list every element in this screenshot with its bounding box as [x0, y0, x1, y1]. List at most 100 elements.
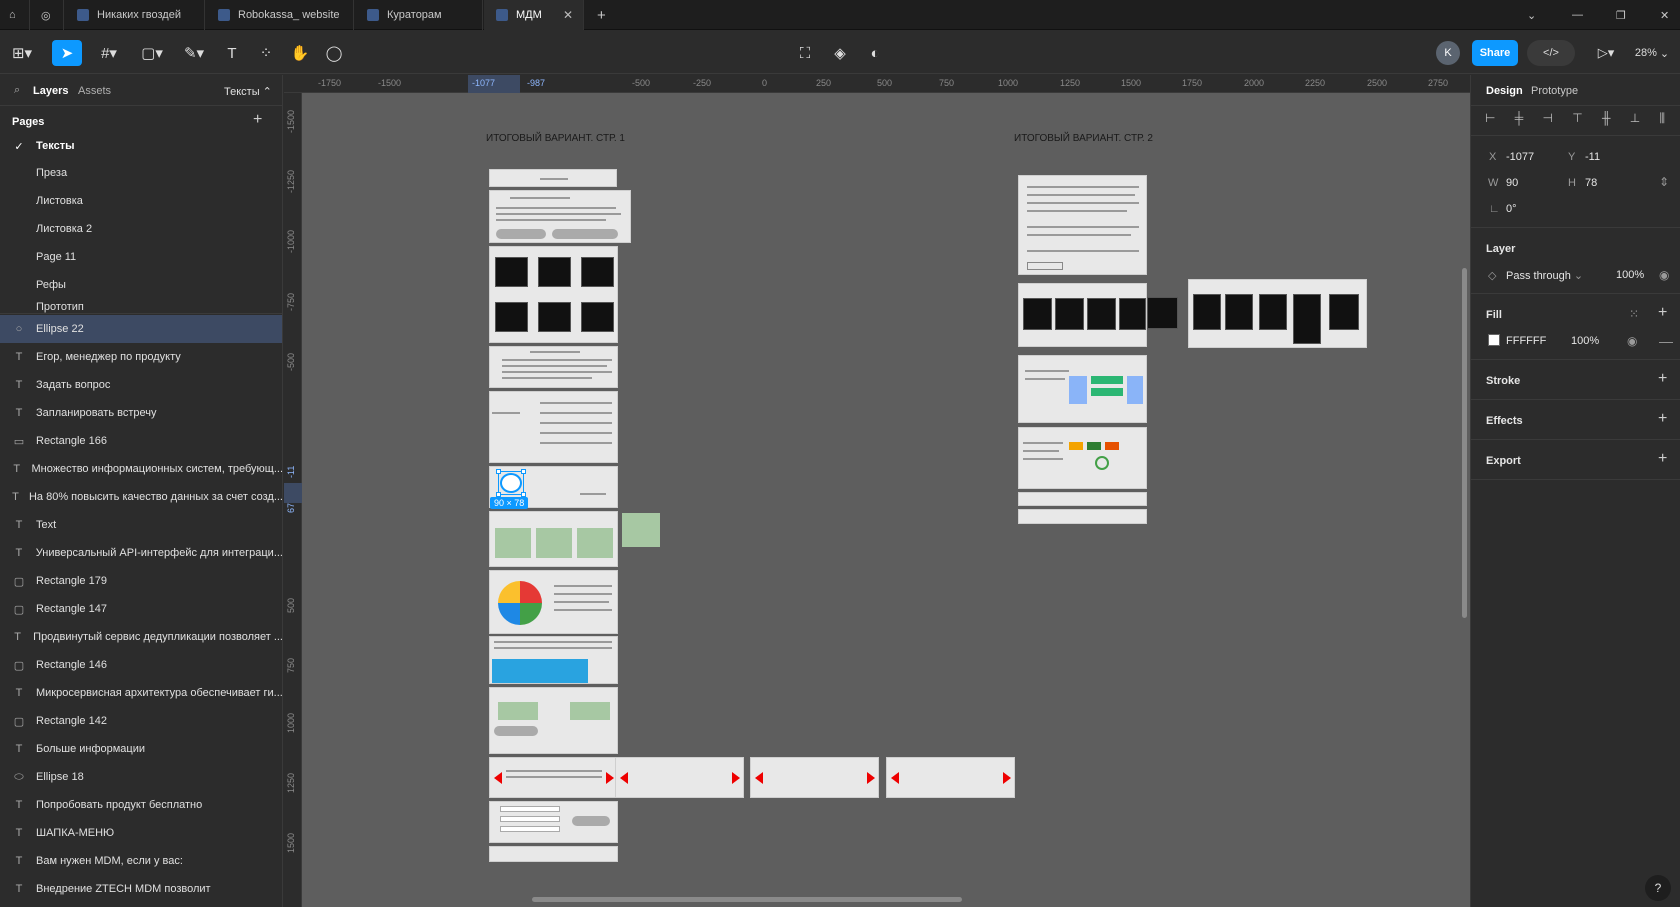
layer-row[interactable]: T Универсальный API-интерфейс для интегра…	[0, 539, 282, 567]
frame-architecture[interactable]	[489, 636, 618, 684]
window-close-icon[interactable]: ✕	[1648, 0, 1672, 30]
eye-icon[interactable]: ◉	[1659, 268, 1669, 282]
layer-row[interactable]: T Задать вопрос	[0, 371, 282, 399]
layer-row[interactable]: ▢ Rectangle 146	[0, 651, 282, 679]
move-tool-icon[interactable]: ➤	[52, 40, 82, 66]
x-position-input[interactable]: -1077	[1506, 151, 1534, 163]
page-item-preza[interactable]: Преза	[0, 159, 282, 187]
layer-row[interactable]: ○ Ellipse 22	[0, 315, 282, 343]
frame-page2-blocks-right[interactable]	[1188, 279, 1367, 348]
frame-hero[interactable]	[489, 190, 631, 243]
layer-opacity-input[interactable]: 100%	[1616, 269, 1644, 281]
fill-opacity-input[interactable]: 100%	[1571, 335, 1599, 347]
frame-block-grid[interactable]	[489, 246, 618, 343]
layer-row[interactable]: ▢ Rectangle 142	[0, 707, 282, 735]
fill-color-swatch[interactable]	[1488, 334, 1500, 346]
dev-mode-toggle[interactable]: </>	[1527, 40, 1575, 66]
layer-row[interactable]: T Егор, менеджер по продукту	[0, 343, 282, 371]
tab-mdm[interactable]: МДМ ✕	[484, 0, 584, 30]
frame-usage[interactable]	[489, 687, 618, 754]
layer-row[interactable]: T ШАПКА-МЕНЮ	[0, 819, 282, 847]
layer-row[interactable]: ▢ Rectangle 147	[0, 595, 282, 623]
main-menu-icon[interactable]: ⊞▾	[8, 40, 36, 66]
page-item-listovka-2[interactable]: Листовка 2	[0, 215, 282, 243]
frame-contact-form[interactable]	[489, 801, 618, 843]
layer-row[interactable]: T Вам нужен MDM, если у вас:	[0, 847, 282, 875]
layer-row[interactable]: T Продвинутый сервис дедупликации позволя…	[0, 623, 282, 651]
layer-row[interactable]: ⬭ Ellipse 18	[0, 763, 282, 791]
vertical-scrollbar[interactable]	[1462, 268, 1467, 618]
align-center-vertical-icon[interactable]: ╫	[1602, 111, 1611, 129]
frame-slider[interactable]	[750, 757, 879, 798]
layer-row[interactable]: T Множество информационных систем, требую…	[0, 455, 282, 483]
tab-robokassa[interactable]: Robokassa_ website	[206, 0, 354, 30]
layer-row[interactable]: ▭ Rectangle 166	[0, 427, 282, 455]
eye-icon[interactable]: ◉	[1627, 334, 1637, 348]
minimize-icon[interactable]: —	[1560, 0, 1584, 30]
layer-row[interactable]: T Внедрение ZTECH MDM позволит	[0, 875, 282, 903]
add-fill-plus-icon[interactable]: +	[1658, 304, 1667, 322]
add-export-plus-icon[interactable]: +	[1658, 450, 1667, 468]
resize-handle[interactable]	[496, 469, 501, 474]
components-icon[interactable]: ⁘	[256, 40, 276, 66]
pen-tool-icon[interactable]: ✎▾	[180, 40, 208, 66]
frame-diagram[interactable]	[489, 570, 618, 634]
rotation-input[interactable]: 0°	[1506, 203, 1517, 215]
tab-assets[interactable]: Assets	[78, 85, 111, 97]
home-icon[interactable]: ⌂	[0, 0, 30, 30]
tab-layers[interactable]: Layers	[33, 85, 68, 97]
align-top-icon[interactable]: ⊤	[1572, 111, 1582, 129]
tab-prototype[interactable]: Prototype	[1531, 85, 1578, 97]
hand-tool-icon[interactable]: ✋	[290, 40, 310, 66]
frame-need-mdm[interactable]	[489, 391, 618, 463]
height-input[interactable]: 78	[1585, 177, 1597, 189]
add-effect-plus-icon[interactable]: +	[1658, 410, 1667, 428]
layer-row[interactable]: T Text	[0, 511, 282, 539]
frame-slider[interactable]	[489, 757, 618, 798]
blend-mode-select[interactable]: Pass through ⌄	[1506, 269, 1583, 282]
frame-title-page-1[interactable]: ИТОГОВЫЙ ВАРИАНТ. СТР. 1	[486, 133, 625, 144]
present-play-icon[interactable]: ▷▾	[1592, 40, 1620, 66]
resize-handle[interactable]	[521, 469, 526, 474]
frame-header-menu[interactable]	[489, 169, 617, 187]
search-icon[interactable]: ⌕	[14, 84, 20, 97]
frame-page2-integrations[interactable]	[1018, 427, 1147, 489]
align-center-horizontal-icon[interactable]: ╪	[1515, 111, 1524, 129]
tab-kuratoram[interactable]: Кураторам	[355, 0, 483, 30]
y-position-input[interactable]: -11	[1585, 151, 1600, 163]
styles-grid-icon[interactable]: ⁙	[1629, 307, 1639, 321]
layer-row[interactable]: T Больше информации	[0, 735, 282, 763]
avatar[interactable]: K	[1436, 41, 1460, 65]
remove-fill-minus-icon[interactable]: —	[1659, 333, 1673, 349]
layer-row[interactable]: T На 80% повысить качество данных за счет…	[0, 483, 282, 511]
help-icon[interactable]: ?	[1645, 875, 1671, 901]
tab-nikakih-gvozdey[interactable]: Никаких гвоздей	[65, 0, 205, 30]
page-item-refy[interactable]: Рефы	[0, 271, 282, 299]
text-tool-icon[interactable]: T	[222, 40, 242, 66]
horizontal-scrollbar[interactable]	[532, 897, 962, 902]
hero-button[interactable]	[496, 229, 546, 239]
close-icon[interactable]: ✕	[563, 8, 573, 22]
align-right-icon[interactable]: ⊣	[1543, 111, 1553, 129]
chevron-down-icon[interactable]: ⌄	[1515, 0, 1539, 30]
align-left-icon[interactable]: ⊢	[1485, 111, 1495, 129]
tab-design[interactable]: Design	[1486, 85, 1523, 97]
constrain-proportions-icon[interactable]: ⇕	[1659, 175, 1669, 189]
maximize-icon[interactable]: ❐	[1604, 0, 1628, 30]
align-bottom-icon[interactable]: ⊥	[1630, 111, 1640, 129]
hero-button[interactable]	[552, 229, 618, 239]
page-item-page-11[interactable]: Page 11	[0, 243, 282, 271]
rectangle-tool-icon[interactable]: ▢▾	[138, 40, 166, 66]
frame-text-block[interactable]	[489, 346, 618, 388]
crop-icon[interactable]: ⛶	[795, 40, 815, 66]
frame-slider[interactable]	[886, 757, 1015, 798]
layer-row[interactable]: T Попробовать продукт бесплатно	[0, 791, 282, 819]
canvas[interactable]: ИТОГОВЫЙ ВАРИАНТ. СТР. 1 ИТОГОВЫЙ ВАРИАН…	[302, 93, 1470, 907]
contrast-icon[interactable]: ◐	[865, 40, 885, 66]
distribute-icon[interactable]: ⫼	[1659, 111, 1665, 129]
black-block[interactable]	[1147, 297, 1178, 329]
frame-page2-intro[interactable]	[1018, 175, 1147, 275]
add-page-plus-icon[interactable]: +	[253, 111, 262, 129]
add-stroke-plus-icon[interactable]: +	[1658, 370, 1667, 388]
frame-page2-architecture[interactable]	[1018, 355, 1147, 423]
